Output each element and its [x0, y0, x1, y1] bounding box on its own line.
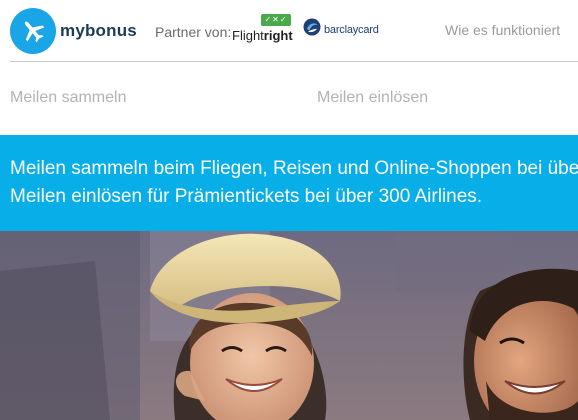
site-header: mybonus Partner von: ✓✕✓ Flightright bar… [0, 0, 578, 60]
flightright-text-bold: right [263, 28, 293, 43]
flightright-text: Flightright [232, 28, 293, 43]
hero-photo [0, 231, 578, 420]
banner-line-redeem: Meilen einlösen für Prämientickets bei ü… [10, 186, 483, 207]
header-divider [10, 61, 578, 62]
nav-redeem-miles[interactable]: Meilen einlösen [317, 89, 428, 107]
nav-collect-miles[interactable]: Meilen sammeln [10, 89, 126, 107]
banner-line-collect: Meilen sammeln beim Fliegen, Reisen und … [10, 158, 578, 179]
how-it-works-link[interactable]: Wie es funktioniert [445, 22, 560, 38]
airplane-icon [10, 8, 56, 54]
barclaycard-logo[interactable]: barclaycard [303, 18, 379, 41]
barclaycard-text: barclaycard [324, 23, 379, 36]
flightright-badge: ✓✕✓ [261, 14, 291, 26]
flightright-logo[interactable]: ✓✕✓ Flightright [230, 14, 294, 46]
logo-text: mybonus [60, 21, 137, 40]
couple-selfie-photo [0, 231, 578, 420]
page: mybonus Partner von: ✓✕✓ Flightright bar… [0, 0, 578, 420]
barclaycard-swirl-icon [303, 18, 321, 41]
flightright-text-light: Flight [232, 28, 264, 43]
info-banner: Meilen sammeln beim Fliegen, Reisen und … [0, 135, 578, 231]
partner-label: Partner von: [155, 24, 232, 40]
mybonus-logo[interactable]: mybonus [10, 8, 137, 54]
